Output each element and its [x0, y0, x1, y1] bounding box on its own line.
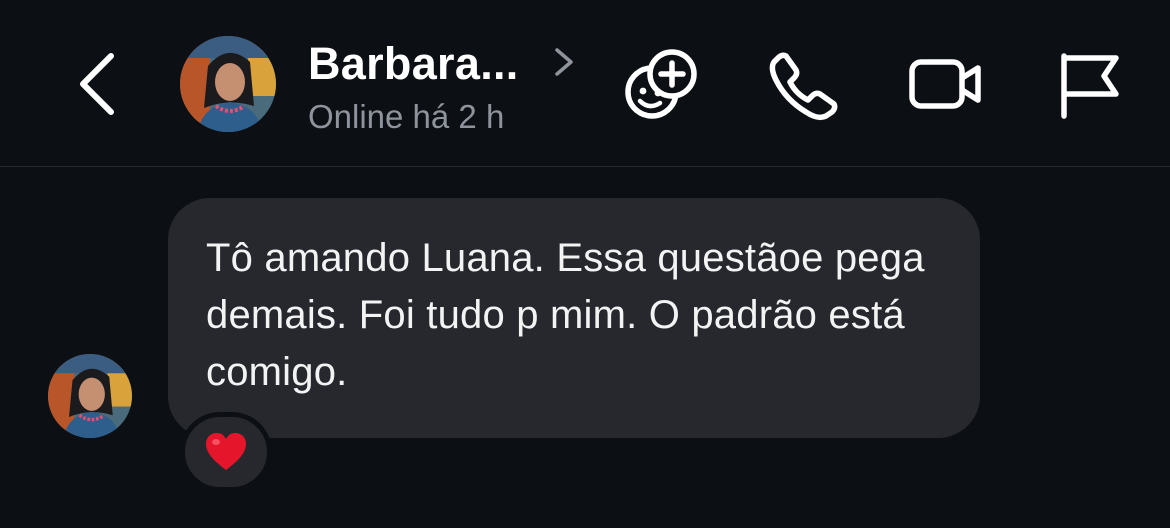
contact-avatar[interactable]: [180, 36, 276, 132]
games-icon: [625, 49, 697, 119]
avatar-image: [180, 36, 276, 132]
phone-icon: [769, 52, 838, 121]
video-camera-icon: [909, 59, 981, 109]
message-bubble[interactable]: Tô amando Luana. Essa questãoe pega dema…: [168, 198, 980, 438]
flag-icon: [1061, 53, 1119, 119]
heart-icon: [206, 433, 246, 470]
chevron-left-icon: [80, 53, 114, 115]
chat-screen: Barbara... Online há 2 h Tô amando Luana…: [0, 0, 1170, 528]
online-status: Online há 2 h: [308, 98, 505, 135]
chat-header: Barbara... Online há 2 h: [0, 0, 1170, 167]
message-reaction[interactable]: [180, 412, 272, 492]
video-call-button[interactable]: [906, 44, 986, 124]
call-button[interactable]: [764, 44, 844, 124]
contact-name[interactable]: Barbara...: [308, 38, 519, 90]
message-text: Tô amando Luana. Essa questãoe pega dema…: [206, 236, 925, 394]
sender-avatar[interactable]: [48, 354, 132, 438]
avatar-image: [48, 354, 132, 438]
report-button[interactable]: [1048, 44, 1128, 124]
chevron-right-icon[interactable]: [552, 44, 576, 80]
back-button[interactable]: [62, 44, 132, 124]
games-button[interactable]: [622, 44, 702, 124]
